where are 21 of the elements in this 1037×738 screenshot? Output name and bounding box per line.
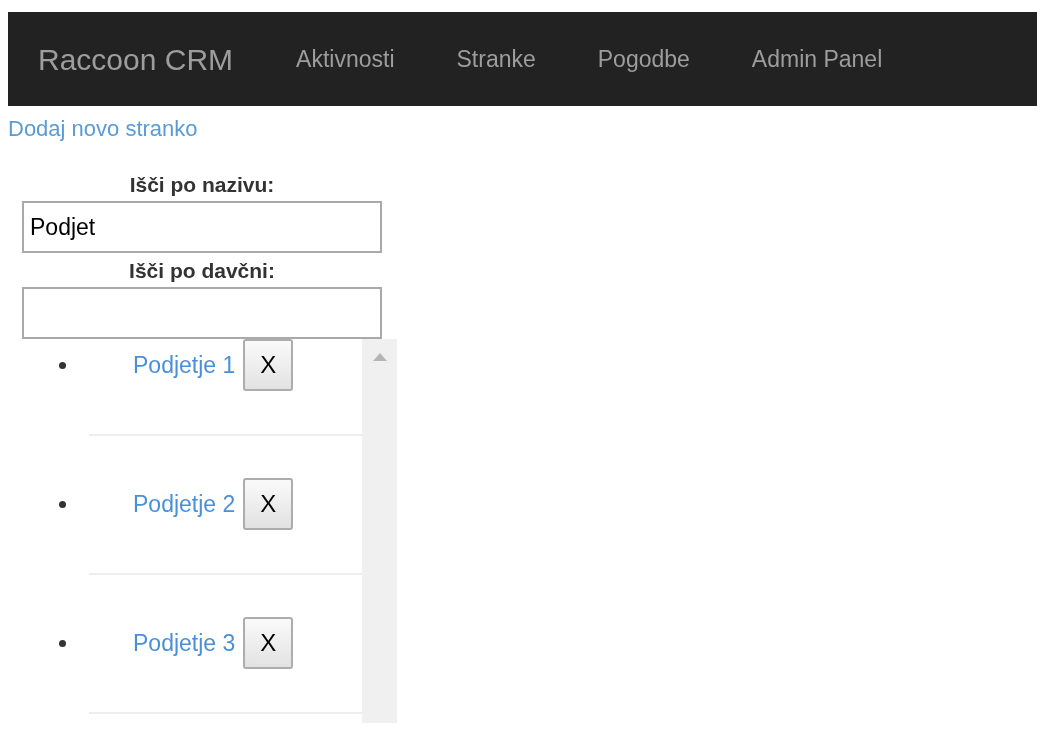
delete-button[interactable]: X — [243, 617, 294, 669]
bullet-icon — [58, 500, 66, 508]
company-link[interactable]: Podjetje 3 — [133, 625, 236, 661]
bullet-icon — [58, 361, 66, 369]
search-field[interactable] — [22, 287, 382, 339]
add-client-link[interactable]: Dodaj novo stranko — [8, 112, 1037, 145]
bullet-icon — [58, 639, 66, 647]
delete-button[interactable]: X — [243, 339, 294, 391]
nav-link[interactable]: Aktivnosti — [265, 41, 426, 77]
company-link[interactable]: Podjetje 2 — [133, 486, 236, 522]
field-label: Išči po nazivu: — [128, 172, 276, 198]
delete-button[interactable]: X — [243, 478, 294, 530]
scrollbar[interactable] — [362, 339, 397, 723]
field-label: Išči po davčni: — [128, 258, 276, 284]
company-link[interactable]: Podjetje 1 — [133, 347, 236, 383]
nav-link[interactable]: Stranke — [425, 41, 567, 77]
scroll-up-icon[interactable] — [372, 353, 387, 361]
search-field[interactable]: Podjet — [22, 201, 382, 253]
nav-link[interactable]: Admin Panel — [720, 41, 914, 77]
brand-link[interactable]: Raccoon CRM — [38, 36, 234, 82]
nav-link[interactable]: Pogodbe — [566, 41, 721, 77]
